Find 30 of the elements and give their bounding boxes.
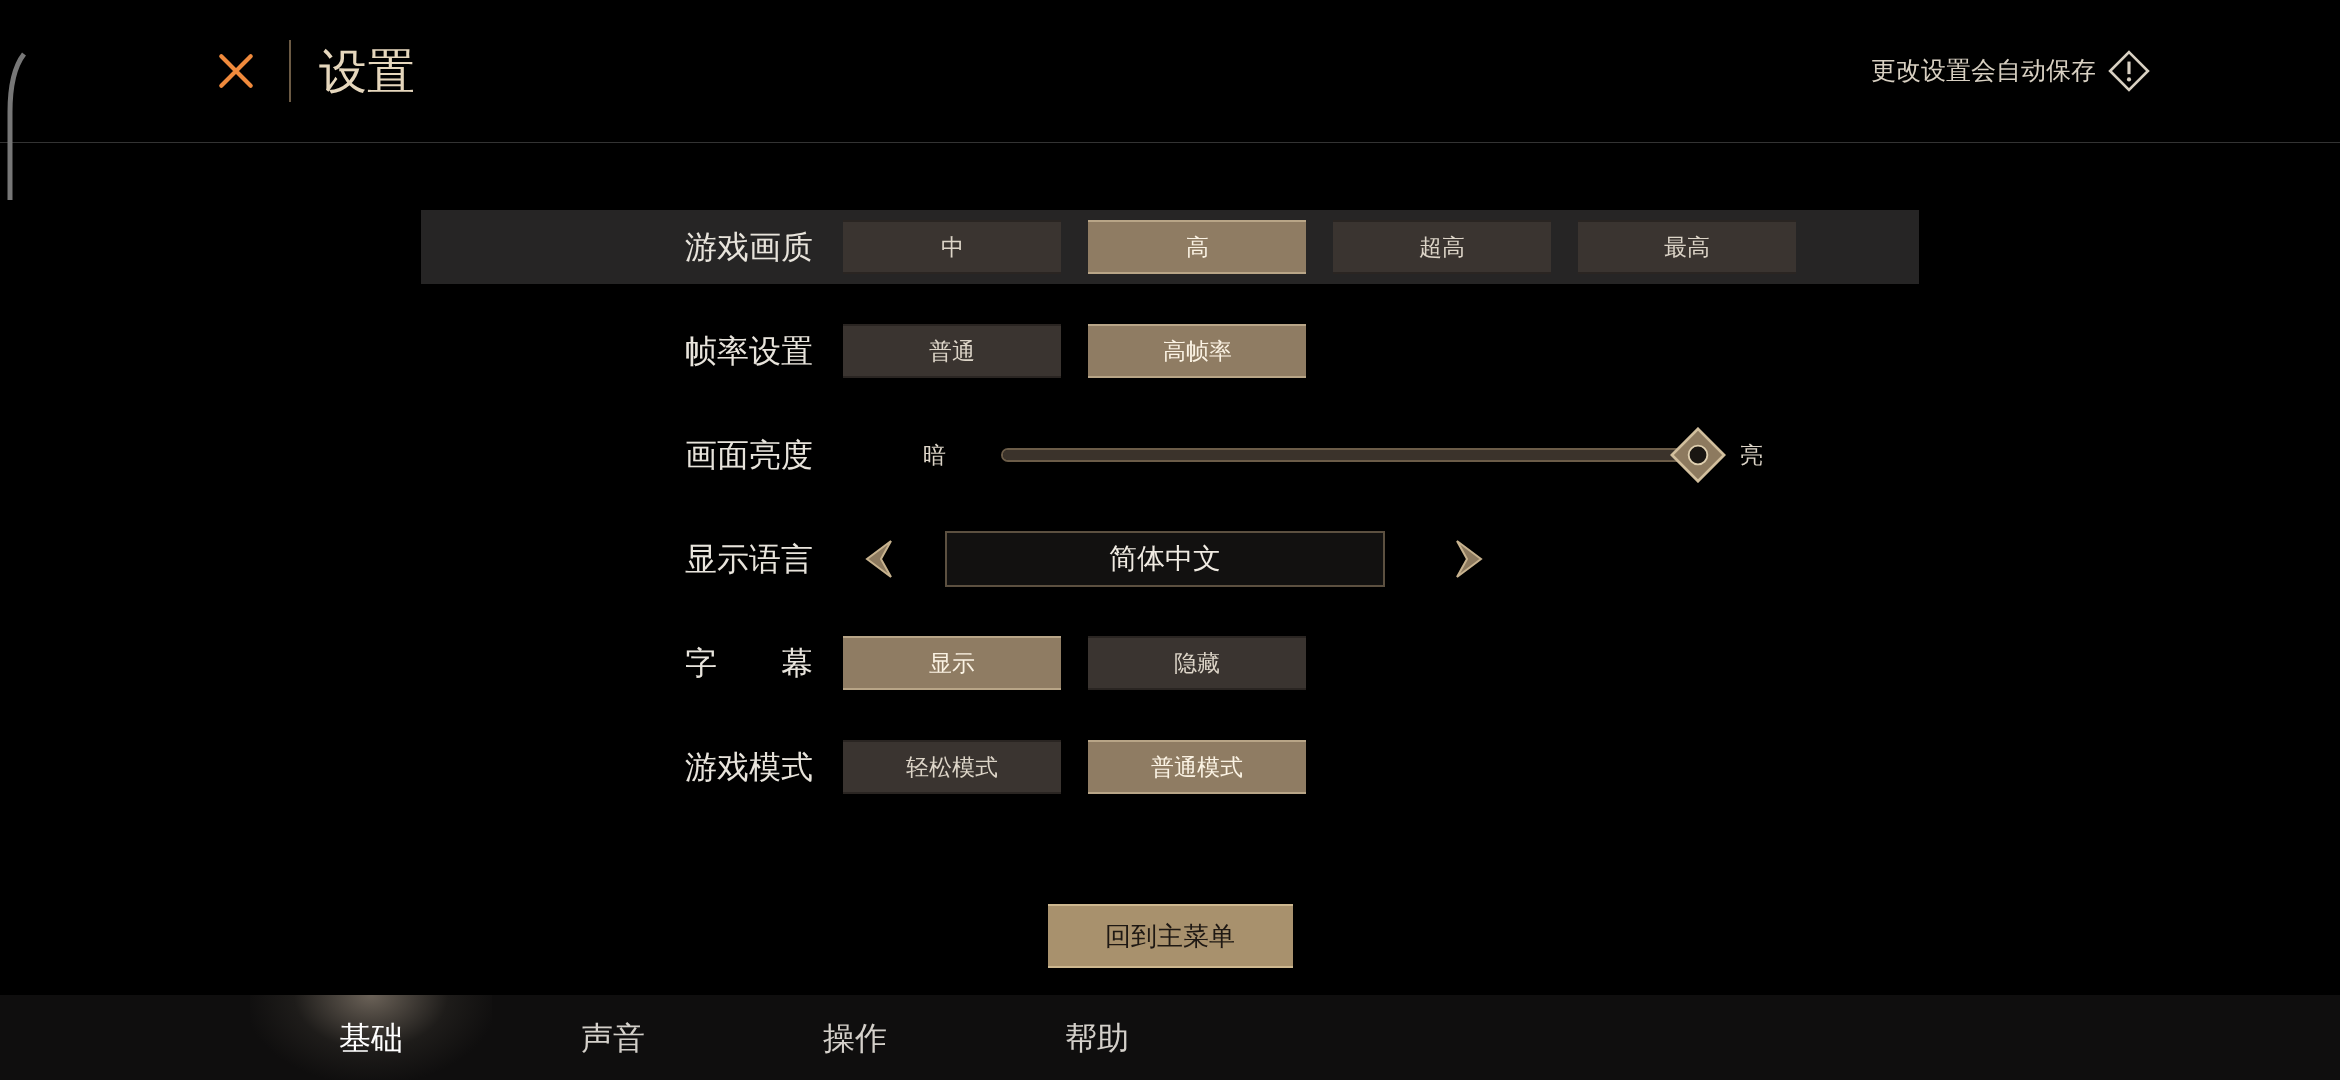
- language-value: 简体中文: [945, 531, 1385, 587]
- setting-label: 帧率设置: [684, 331, 814, 372]
- dark-label: 暗: [923, 440, 947, 470]
- left-arrow-icon[interactable]: [863, 539, 893, 579]
- slider-thumb[interactable]: [1670, 427, 1726, 483]
- option-button[interactable]: 显示: [843, 636, 1061, 690]
- option-button[interactable]: 高: [1088, 220, 1306, 274]
- setting-label: 字 幕: [684, 643, 814, 684]
- setting-label: 显示语言: [684, 539, 814, 580]
- option-button[interactable]: 隐藏: [1088, 636, 1306, 690]
- option-button[interactable]: 高帧率: [1088, 324, 1306, 378]
- setting-label: 游戏画质: [684, 227, 814, 268]
- edge-handle-icon: [6, 52, 26, 202]
- option-button[interactable]: 普通模式: [1088, 740, 1306, 794]
- right-arrow-icon[interactable]: [1455, 539, 1485, 579]
- page-title: 设置: [319, 42, 415, 101]
- option-button[interactable]: 普通: [843, 324, 1061, 378]
- option-button[interactable]: 最高: [1578, 220, 1796, 274]
- bottom-tab[interactable]: 声音: [492, 995, 734, 1080]
- option-button[interactable]: 中: [843, 220, 1061, 274]
- bright-label: 亮: [1740, 440, 1763, 470]
- setting-label: 游戏模式: [684, 747, 814, 788]
- bottom-tab[interactable]: 帮助: [976, 995, 1218, 1080]
- option-button[interactable]: 超高: [1333, 220, 1551, 274]
- main-menu-button[interactable]: 回到主菜单: [1047, 904, 1293, 968]
- autosave-note: 更改设置会自动保存: [1871, 55, 2096, 88]
- bottom-tab[interactable]: 操作: [734, 995, 976, 1080]
- setting-label: 画面亮度: [684, 435, 814, 476]
- option-button[interactable]: 轻松模式: [843, 740, 1061, 794]
- warning-icon: [2108, 50, 2150, 92]
